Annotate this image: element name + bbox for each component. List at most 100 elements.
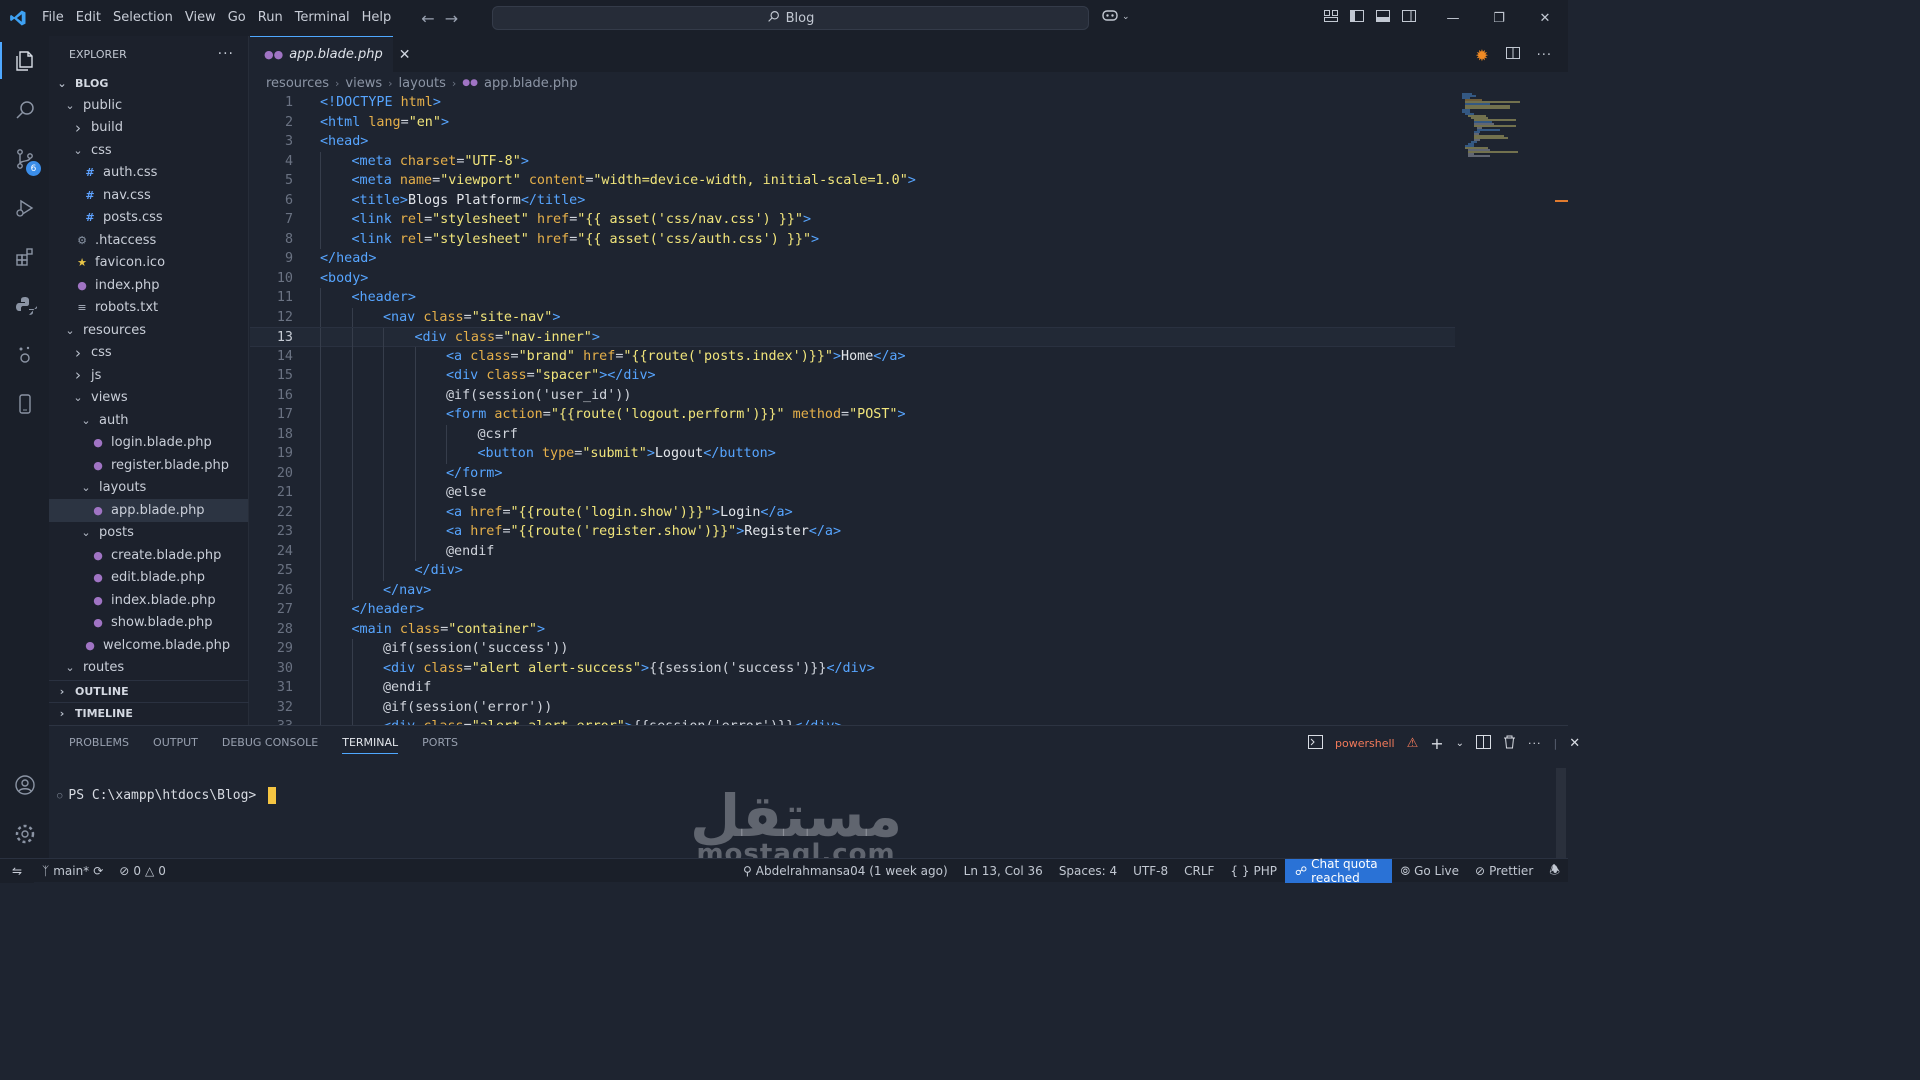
code-line[interactable]: 11 <header>: [250, 288, 1455, 308]
tree-item[interactable]: ● index.php: [49, 274, 248, 297]
code-line[interactable]: 7 <link rel="stylesheet" href="{{ asset('…: [250, 210, 1455, 230]
cursor-position[interactable]: Ln 13, Col 36: [956, 864, 1051, 878]
tree-item[interactable]: ⚙ .htaccess: [49, 229, 248, 252]
code-line[interactable]: 28 <main class="container">: [250, 619, 1455, 639]
code-line[interactable]: 27 </header>: [250, 600, 1455, 620]
command-center-search[interactable]: Blog: [492, 6, 1089, 30]
code-line[interactable]: 8 <link rel="stylesheet" href="{{ asset('…: [250, 229, 1455, 249]
close-panel-icon[interactable]: ✕: [1569, 736, 1580, 751]
code-line[interactable]: 14 <a class="brand" href="{{route('posts.…: [250, 346, 1455, 366]
restore-button[interactable]: ❐: [1476, 0, 1522, 36]
breadcrumb-item[interactable]: app.blade.php: [484, 76, 578, 91]
code-line[interactable]: 19 <button type="submit">Logout</button>: [250, 444, 1455, 464]
code-line[interactable]: 24 @endif: [250, 541, 1455, 561]
breadcrumb-item[interactable]: layouts: [399, 76, 446, 91]
sync-icon[interactable]: ⟳: [93, 864, 103, 878]
prettier-status[interactable]: ⊘ Prettier: [1467, 864, 1541, 878]
code-line[interactable]: 29 @if(session('success')): [250, 639, 1455, 659]
explorer-icon[interactable]: [0, 36, 49, 85]
line-ending[interactable]: CRLF: [1176, 864, 1222, 878]
breadcrumb-item[interactable]: views: [345, 76, 382, 91]
tree-item[interactable]: ⌄ css: [49, 139, 248, 162]
menu-view[interactable]: View: [179, 0, 222, 36]
minimap[interactable]: [1460, 92, 1540, 162]
new-terminal-icon[interactable]: +: [1430, 734, 1443, 753]
remote-device-icon[interactable]: [0, 379, 49, 428]
split-editor-icon[interactable]: [1505, 45, 1521, 65]
tree-item[interactable]: ● index.blade.php: [49, 589, 248, 612]
workspace-root[interactable]: ⌄ BLOG: [49, 72, 248, 94]
tree-item[interactable]: ● welcome.blade.php: [49, 634, 248, 657]
code-line[interactable]: 30 <div class="alert alert-success">{{ses…: [250, 658, 1455, 678]
tree-item[interactable]: ● edit.blade.php: [49, 567, 248, 590]
tree-item[interactable]: ⌄ resources: [49, 319, 248, 342]
menu-terminal[interactable]: Terminal: [289, 0, 356, 36]
more-actions-icon[interactable]: ···: [218, 46, 234, 62]
code-line[interactable]: 26 </nav>: [250, 580, 1455, 600]
tree-item[interactable]: › css: [49, 342, 248, 365]
code-line[interactable]: 17 <form action="{{route('logout.perform'…: [250, 405, 1455, 425]
tab-terminal[interactable]: TERMINAL: [342, 736, 399, 754]
tab-ports[interactable]: PORTS: [422, 736, 458, 754]
tab-problems[interactable]: PROBLEMS: [69, 736, 129, 754]
tree-item[interactable]: # posts.css: [49, 207, 248, 230]
tree-item[interactable]: ⌄ views: [49, 387, 248, 410]
encoding[interactable]: UTF-8: [1125, 864, 1176, 878]
tree-item[interactable]: ● app.blade.php: [49, 499, 248, 522]
code-line[interactable]: 23 <a href="{{route('register.show')}}">R…: [250, 522, 1455, 542]
testing-icon[interactable]: [0, 330, 49, 379]
tree-item[interactable]: ≡ robots.txt: [49, 297, 248, 320]
toggle-sidebar-icon[interactable]: [1349, 8, 1365, 28]
outline-section[interactable]: › OUTLINE: [49, 680, 249, 702]
code-editor[interactable]: 1 <!DOCTYPE html> 2 <html lang="en"> 3 <head>…: [250, 92, 1568, 725]
code-line[interactable]: 22 <a href="{{route('login.show')}}">Logi…: [250, 502, 1455, 522]
tree-item[interactable]: # auth.css: [49, 162, 248, 185]
tree-item[interactable]: ⌄ routes: [49, 657, 248, 680]
tree-item[interactable]: ★ favicon.ico: [49, 252, 248, 275]
more-actions-icon[interactable]: ···: [1537, 48, 1552, 63]
git-blame[interactable]: ⚲ Abdelrahmansa04 (1 week ago): [735, 864, 956, 878]
tree-item[interactable]: # nav.css: [49, 184, 248, 207]
code-line[interactable]: 1 <!DOCTYPE html>: [250, 93, 1455, 113]
tree-item[interactable]: ⌄ auth: [49, 409, 248, 432]
source-control-icon[interactable]: 6: [0, 134, 49, 183]
menu-help[interactable]: Help: [356, 0, 398, 36]
toggle-panel-icon[interactable]: [1375, 8, 1391, 28]
terminal-shell-name[interactable]: powershell: [1335, 737, 1395, 750]
code-line[interactable]: 31 @endif: [250, 678, 1455, 698]
remote-icon[interactable]: ⇋: [0, 858, 34, 883]
toggle-secondary-sidebar-icon[interactable]: [1401, 8, 1417, 28]
chat-quota-status[interactable]: ☍ Chat quota reached: [1285, 857, 1393, 885]
menu-edit[interactable]: Edit: [70, 0, 107, 36]
branch-indicator[interactable]: ᛉ main* ⟳: [34, 864, 111, 878]
terminal-prompt-line[interactable]: ○ PS C:\xampp\htdocs\Blog>: [57, 787, 277, 804]
tree-item[interactable]: ⌄ public: [49, 94, 248, 117]
code-line[interactable]: 10 <body>: [250, 269, 1455, 289]
code-line[interactable]: 18 @csrf: [250, 424, 1455, 444]
terminal-scrollbar[interactable]: [1556, 768, 1566, 858]
customize-layout-icon[interactable]: [1323, 8, 1339, 28]
settings-gear-icon[interactable]: [0, 809, 49, 858]
code-line[interactable]: 2 <html lang="en">: [250, 113, 1455, 133]
tree-item[interactable]: ⌄ layouts: [49, 477, 248, 500]
forward-arrow-icon[interactable]: →: [445, 9, 458, 28]
notifications-bell-icon[interactable]: 🕭: [1541, 861, 1568, 882]
code-line[interactable]: 6 <title>Blogs Platform</title>: [250, 190, 1455, 210]
close-window-button[interactable]: ✕: [1522, 0, 1568, 36]
minimize-button[interactable]: —: [1430, 0, 1476, 36]
search-view-icon[interactable]: [0, 85, 49, 134]
indentation[interactable]: Spaces: 4: [1051, 864, 1125, 878]
code-line[interactable]: 13 <div class="nav-inner">: [250, 327, 1455, 348]
tab-app-blade[interactable]: ●● app.blade.php ✕: [250, 36, 411, 72]
accounts-icon[interactable]: [0, 760, 49, 809]
chevron-down-icon[interactable]: ⌄: [1456, 738, 1464, 749]
problems-indicator[interactable]: ⊘ 0 △ 0: [111, 864, 174, 878]
trash-icon[interactable]: [1503, 735, 1516, 752]
back-arrow-icon[interactable]: ←: [421, 9, 434, 28]
menu-selection[interactable]: Selection: [107, 0, 179, 36]
tree-item[interactable]: ● show.blade.php: [49, 612, 248, 635]
menu-run[interactable]: Run: [252, 0, 289, 36]
code-line[interactable]: 33 <div class="alert alert-error">{{sessi…: [250, 717, 1455, 725]
timeline-section[interactable]: › TIMELINE: [49, 702, 249, 724]
extensions-icon[interactable]: [0, 232, 49, 281]
